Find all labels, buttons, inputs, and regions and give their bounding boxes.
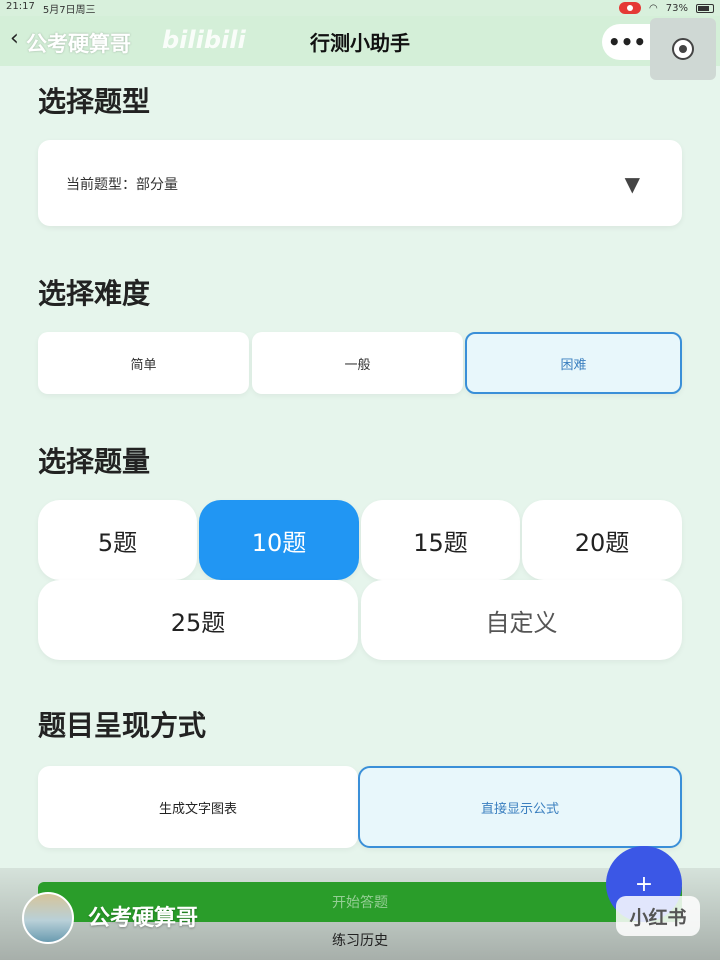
miniapp-capsule: ••• bbox=[602, 18, 716, 80]
quantity-option-25[interactable]: 25题 bbox=[38, 580, 358, 660]
mode-option-formula[interactable]: 直接显示公式 bbox=[358, 766, 682, 848]
type-dropdown[interactable]: 当前题型：部分量 ▼ bbox=[38, 140, 682, 226]
type-current-label: 当前题型：部分量 bbox=[66, 177, 178, 193]
difficulty-option-easy[interactable]: 简单 bbox=[38, 332, 249, 394]
difficulty-section-title: 选择难度 bbox=[38, 277, 151, 310]
target-icon bbox=[672, 38, 694, 60]
author-name: 公考硬算哥 bbox=[88, 906, 199, 931]
recording-icon bbox=[619, 2, 642, 14]
quantity-option-20[interactable]: 20题 bbox=[522, 500, 682, 580]
quantity-option-custom[interactable]: 自定义 bbox=[361, 580, 682, 660]
dropdown-arrow-icon: ▼ bbox=[624, 172, 640, 196]
status-time: 21:17 bbox=[6, 0, 35, 12]
type-section-title: 选择题型 bbox=[38, 85, 151, 118]
battery-percent: 73% bbox=[665, 2, 688, 14]
close-miniapp-button[interactable] bbox=[650, 18, 716, 80]
status-date: 5月7日周三 bbox=[42, 4, 96, 16]
nav-bar: ‹ 公考硬算哥 bilibili 行测小助手 ••• bbox=[0, 16, 720, 80]
wifi-icon: ◠ bbox=[649, 2, 658, 14]
status-bar: 21:17 5月7日周三 ◠ 73% bbox=[0, 0, 720, 16]
quantity-section-title: 选择题量 bbox=[38, 445, 151, 478]
xiaohongshu-logo: 小红书 bbox=[616, 896, 700, 936]
difficulty-option-hard[interactable]: 困难 bbox=[465, 332, 682, 394]
difficulty-option-medium[interactable]: 一般 bbox=[252, 332, 463, 394]
mode-section-title: 题目呈现方式 bbox=[38, 709, 207, 742]
quantity-option-15[interactable]: 15题 bbox=[361, 500, 520, 580]
author-avatar bbox=[22, 892, 74, 944]
more-icon[interactable]: ••• bbox=[602, 32, 652, 52]
practice-history-link[interactable]: 练习历史 bbox=[0, 930, 720, 950]
quantity-option-10[interactable]: 10题 bbox=[199, 500, 359, 580]
mode-option-text-chart[interactable]: 生成文字图表 bbox=[38, 766, 358, 848]
quantity-option-5[interactable]: 5题 bbox=[38, 500, 197, 580]
battery-icon bbox=[696, 3, 714, 13]
